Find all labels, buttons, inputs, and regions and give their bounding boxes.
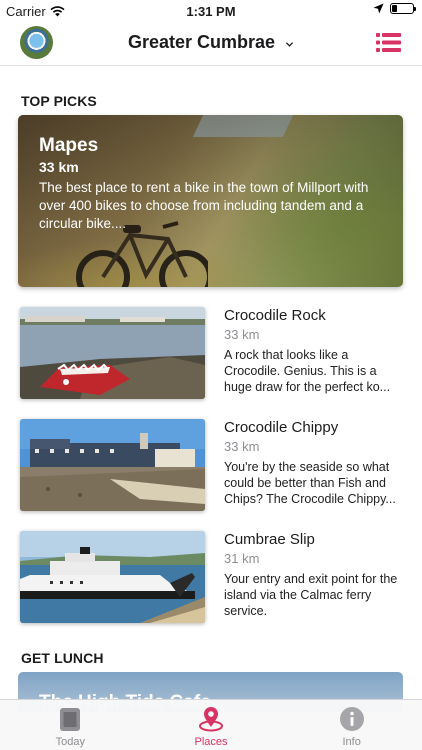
featured-name: Mapes	[39, 135, 99, 156]
status-time: 1:31 PM	[186, 4, 236, 19]
section-title-top-picks: TOP PICKS	[21, 93, 97, 109]
list-item-cumbrae-slip[interactable]: Cumbrae Slip 31 km Your entry and exit p…	[20, 531, 410, 623]
tab-info[interactable]: Info	[281, 700, 422, 750]
info-icon	[339, 707, 364, 731]
location-picker[interactable]: Greater Cumbrae	[0, 32, 422, 53]
list-item-crocodile-rock[interactable]: Crocodile Rock 33 km A rock that looks l…	[20, 307, 410, 399]
item-name: Crocodile Rock	[224, 307, 326, 324]
crocodile-rock-photo	[20, 307, 205, 399]
tab-places[interactable]: Places	[141, 700, 282, 750]
item-distance: 33 km	[224, 439, 260, 454]
chevron-down-icon	[285, 42, 294, 47]
tab-label: Info	[342, 736, 361, 748]
battery-icon	[390, 3, 416, 14]
location-arrow-icon	[373, 3, 384, 14]
section-title-get-lunch: GET LUNCH	[21, 650, 104, 666]
featured-description: The best place to rent a bike in the tow…	[39, 180, 369, 231]
page-title: Greater Cumbrae	[127, 32, 276, 52]
featured-distance: 33 km	[39, 159, 79, 175]
tab-bar: Today Places Info	[0, 699, 422, 750]
status-bar: Carrier 1:31 PM	[0, 0, 422, 22]
item-description: Your entry and exit point for the island…	[224, 572, 398, 618]
item-distance: 31 km	[224, 551, 260, 566]
item-description: A rock that looks like a Crocodile. Geni…	[224, 348, 391, 394]
item-name: Cumbrae Slip	[224, 531, 315, 548]
tab-today[interactable]: Today	[0, 700, 141, 750]
map-pin-icon	[199, 707, 223, 732]
cumbrae-slip-photo	[20, 531, 205, 623]
crocodile-chippy-photo	[20, 419, 205, 511]
item-distance: 33 km	[224, 327, 260, 342]
list-menu-icon[interactable]	[376, 33, 401, 52]
tab-label: Today	[55, 736, 86, 748]
featured-card-mapes[interactable]: Mapes 33 km The best place to rent a bik…	[18, 115, 403, 287]
today-icon	[60, 708, 81, 731]
item-name: Crocodile Chippy	[224, 419, 339, 436]
list-item-crocodile-chippy[interactable]: Crocodile Chippy 33 km You're by the sea…	[20, 419, 410, 511]
tab-label: Places	[194, 736, 228, 748]
item-description: You're by the seaside so what could be b…	[224, 460, 396, 506]
nav-header: Greater Cumbrae	[0, 22, 422, 66]
